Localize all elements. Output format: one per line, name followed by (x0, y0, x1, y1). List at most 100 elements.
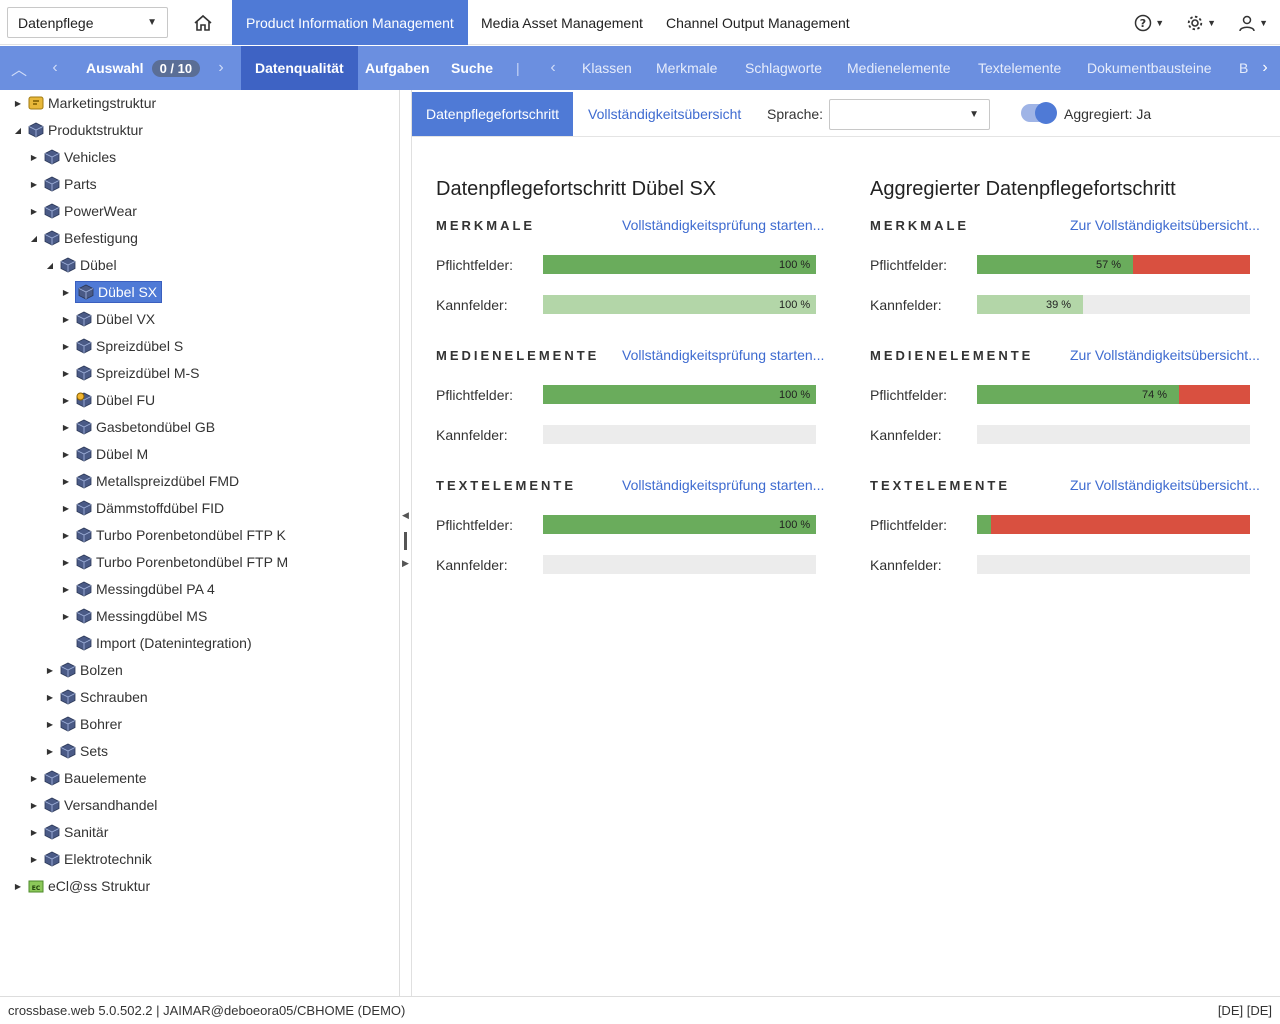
section-link[interactable]: Vollständigkeitsprüfung starten... (622, 217, 824, 233)
tab-vollstaendigkeitsuebersicht[interactable]: Vollständigkeitsübersicht (574, 92, 755, 136)
chevron-up-icon[interactable]: ︿ (4, 46, 34, 90)
module-select[interactable]: Datenpflege ▼ (7, 7, 168, 38)
language-select[interactable]: ▼ (829, 99, 990, 130)
chevron-right-icon[interactable]: › (206, 46, 236, 90)
chevron-right-icon[interactable]: › (1250, 46, 1280, 90)
tree-node[interactable]: ▶ Bolzen (44, 659, 123, 681)
expand-toggle-icon[interactable]: ▶ (60, 288, 72, 297)
expand-toggle-icon[interactable]: ▶ (28, 207, 40, 216)
tree-node[interactable]: ▶ Dämmstoffdübel FID (60, 497, 224, 519)
tree-node[interactable]: ▶ Elektrotechnik (28, 848, 152, 870)
progress-bar (977, 555, 1250, 574)
nav-aufgaben[interactable]: Aufgaben (351, 46, 444, 90)
tree-node[interactable]: ◢ Dübel (44, 254, 117, 276)
tree-node[interactable]: ▶ Bauelemente (28, 767, 147, 789)
tab-datenpflegefortschritt[interactable]: Datenpflegefortschritt (412, 92, 574, 136)
expand-toggle-icon[interactable]: ▶ (44, 747, 56, 756)
expand-toggle-icon[interactable]: ▶ (60, 342, 72, 351)
expand-toggle-icon[interactable]: ▶ (44, 693, 56, 702)
chevron-left-icon[interactable]: ‹ (40, 46, 70, 90)
nav-dokumentbausteine[interactable]: Dokumentbausteine (1073, 46, 1226, 90)
expand-toggle-icon[interactable]: ▶ (60, 558, 72, 567)
collapse-toggle-icon[interactable]: ◢ (12, 126, 24, 135)
expand-toggle-icon[interactable]: ▶ (44, 666, 56, 675)
tree-node[interactable]: ▶ Spreizdübel M-S (60, 362, 200, 384)
tree-node[interactable]: ▶ Sanitär (28, 821, 108, 843)
nav-klassen[interactable]: Klassen (568, 46, 646, 90)
section-link[interactable]: Zur Vollständigkeitsübersicht... (1070, 347, 1260, 363)
selection-button[interactable]: Auswahl 0 / 10 (72, 46, 214, 90)
tree-node[interactable]: ▶ Dübel VX (60, 308, 155, 330)
splitter-handle[interactable] (404, 532, 407, 550)
tab-channel-output-management[interactable]: Channel Output Management (652, 0, 864, 45)
tree-node[interactable]: ▶ Sets (44, 740, 108, 762)
expand-toggle-icon[interactable]: ▶ (44, 720, 56, 729)
nav-suche[interactable]: Suche (437, 46, 507, 90)
tree-node[interactable]: ▶ Marketingstruktur (12, 92, 156, 114)
aggregate-toggle[interactable] (1021, 102, 1057, 124)
tree-node[interactable]: ▶ Parts (28, 173, 97, 195)
tree-node[interactable]: ▶ Dübel FU (60, 389, 155, 411)
expand-toggle-icon[interactable]: ▶ (60, 369, 72, 378)
tree-node[interactable]: ▶ Turbo Porenbetondübel FTP M (60, 551, 288, 573)
tree-node[interactable]: ▶ Spreizdübel S (60, 335, 183, 357)
tree-node[interactable]: Import (Datenintegration) (60, 632, 252, 654)
expand-toggle-icon[interactable]: ▶ (60, 531, 72, 540)
expand-toggle-icon[interactable]: ▶ (60, 396, 72, 405)
expand-toggle-icon[interactable]: ▶ (28, 774, 40, 783)
section-link[interactable]: Zur Vollständigkeitsübersicht... (1070, 217, 1260, 233)
tree-node[interactable]: ◢ Befestigung (28, 227, 138, 249)
tree-node[interactable]: ▶ Vehicles (28, 146, 116, 168)
tree-node[interactable]: ▶ Gasbetondübel GB (60, 416, 215, 438)
cube-icon (76, 608, 92, 624)
expand-toggle-icon[interactable]: ▶ (12, 882, 24, 891)
tree-node[interactable]: ◢ Produktstruktur (12, 119, 143, 141)
expand-toggle-icon[interactable]: ▶ (60, 315, 72, 324)
cube-icon (76, 311, 92, 327)
tree-node[interactable]: ▶ Messingdübel MS (60, 605, 207, 627)
tab-product-information-management[interactable]: Product Information Management (232, 0, 468, 45)
section-link[interactable]: Zur Vollständigkeitsübersicht... (1070, 477, 1260, 493)
expand-toggle-icon[interactable]: ▶ (60, 612, 72, 621)
tree-node[interactable]: ▶ Dübel M (60, 443, 148, 465)
section-link[interactable]: Vollständigkeitsprüfung starten... (622, 347, 824, 363)
settings-menu[interactable]: ▼ (1186, 14, 1216, 32)
expand-toggle-icon[interactable]: ▶ (28, 153, 40, 162)
expand-toggle-icon[interactable]: ▶ (28, 180, 40, 189)
collapse-toggle-icon[interactable]: ◢ (28, 234, 40, 243)
home-button[interactable] (185, 8, 221, 38)
progress-bar (977, 425, 1250, 444)
panel-splitter[interactable]: ◀ ▶ (400, 90, 412, 996)
expand-toggle-icon[interactable]: ▶ (28, 828, 40, 837)
tree-node[interactable]: ▶ Schrauben (44, 686, 148, 708)
tree-node[interactable]: ▶ Messingdübel PA 4 (60, 578, 215, 600)
expand-toggle-icon[interactable]: ▶ (60, 423, 72, 432)
expand-toggle-icon[interactable]: ▶ (60, 477, 72, 486)
nav-textelemente[interactable]: Textelemente (964, 46, 1075, 90)
expand-toggle-icon[interactable]: ▶ (28, 801, 40, 810)
tree-node[interactable]: ▶ Bohrer (44, 713, 122, 735)
tree-node[interactable]: ▶ Turbo Porenbetondübel FTP K (60, 524, 286, 546)
expand-toggle-icon[interactable]: ▶ (28, 855, 40, 864)
help-menu[interactable]: ? ▼ (1134, 14, 1164, 32)
chevron-left-icon[interactable]: ‹ (538, 46, 568, 90)
tree-node[interactable]: ▶ PowerWear (28, 200, 137, 222)
tree-node[interactable]: ▶ Metallspreizdübel FMD (60, 470, 239, 492)
user-menu[interactable]: ▼ (1238, 14, 1268, 32)
expand-toggle-icon[interactable]: ▶ (60, 504, 72, 513)
expand-toggle-icon[interactable]: ▶ (60, 585, 72, 594)
tree-node[interactable]: ▶ Dübel SX (60, 281, 163, 303)
tree-node[interactable]: ▶ EC eCl@ss Struktur (12, 875, 150, 897)
nav-datenqualitaet[interactable]: Datenqualität (241, 46, 358, 90)
tab-media-asset-management[interactable]: Media Asset Management (467, 0, 657, 45)
collapse-toggle-icon[interactable]: ◢ (44, 261, 56, 270)
collapse-left-icon[interactable]: ◀ (402, 510, 409, 521)
section-link[interactable]: Vollständigkeitsprüfung starten... (622, 477, 824, 493)
expand-toggle-icon[interactable]: ▶ (12, 99, 24, 108)
nav-merkmale[interactable]: Merkmale (642, 46, 731, 90)
tree-node[interactable]: ▶ Versandhandel (28, 794, 158, 816)
expand-right-icon[interactable]: ▶ (402, 558, 409, 569)
nav-medienelemente[interactable]: Medienelemente (833, 46, 965, 90)
expand-toggle-icon[interactable]: ▶ (60, 450, 72, 459)
nav-schlagworte[interactable]: Schlagworte (731, 46, 836, 90)
